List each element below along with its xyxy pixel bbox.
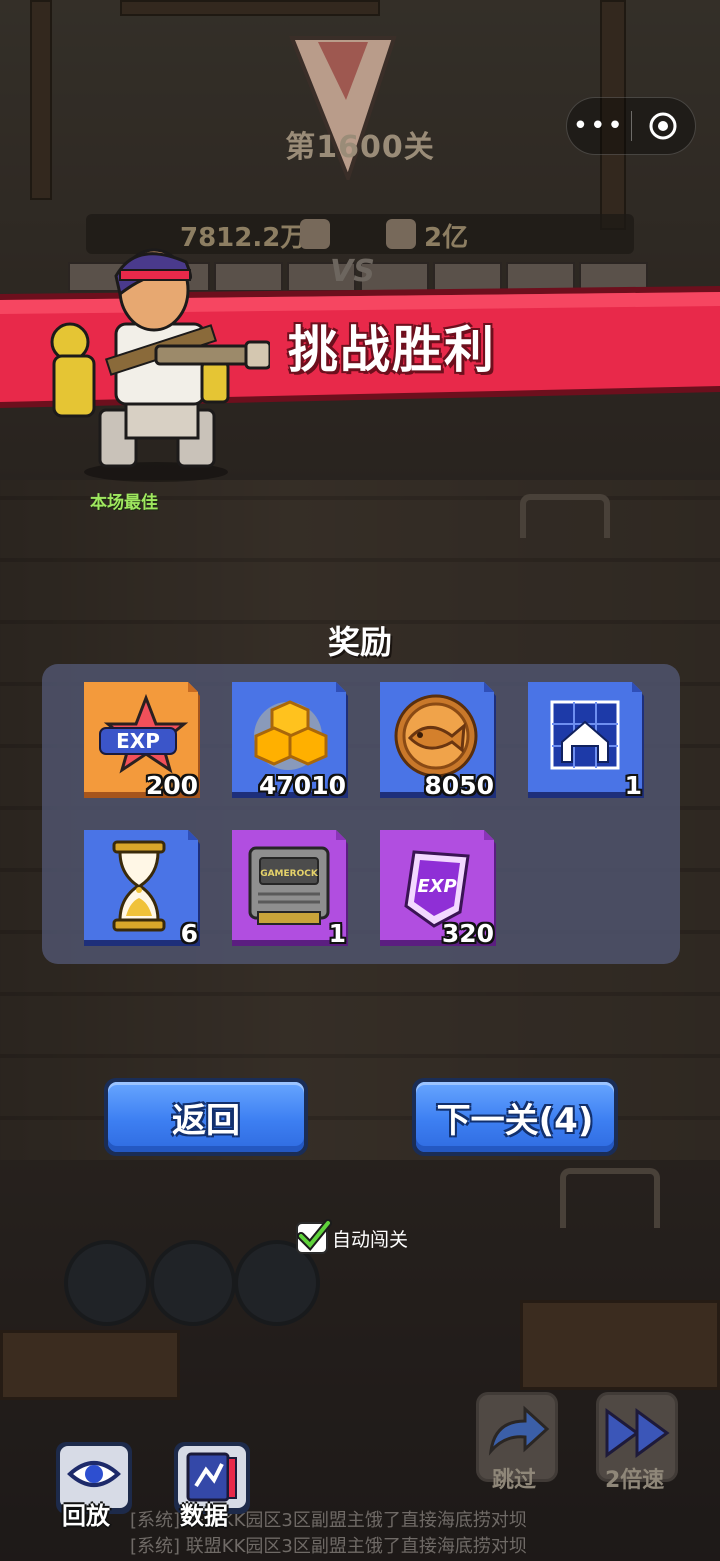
miniapp-capsule: ••• bbox=[566, 97, 696, 155]
back-button-label: 返回 bbox=[108, 1082, 304, 1152]
reward-item-exp-card[interactable]: EXP 320 bbox=[376, 828, 498, 950]
auto-challenge-toggle[interactable]: 自动闯关 bbox=[296, 1219, 409, 1254]
reward-item-gold[interactable]: 47010 bbox=[228, 680, 350, 802]
reward-count: 320 bbox=[441, 919, 494, 948]
system-chat-line: [系统] 联盟KK园区3区副盟主饿了直接海底捞对坝 bbox=[130, 1536, 527, 1557]
reward-item-hourglass[interactable]: 6 bbox=[80, 828, 202, 950]
replay-label: 回放 bbox=[62, 1502, 110, 1530]
data-label: 数据 bbox=[180, 1502, 228, 1530]
auto-challenge-label: 自动闯关 bbox=[332, 1228, 409, 1251]
reward-count: 6 bbox=[180, 919, 198, 948]
more-dots-icon[interactable]: ••• bbox=[567, 97, 631, 155]
auto-challenge-checkbox[interactable] bbox=[296, 1219, 332, 1254]
target-close-icon[interactable] bbox=[632, 111, 696, 141]
next-level-button-label: 下一关(4) bbox=[416, 1082, 614, 1152]
next-level-button[interactable]: 下一关(4) bbox=[412, 1078, 618, 1156]
mvp-hero-avatar bbox=[50, 248, 270, 482]
reward-count: 1 bbox=[624, 771, 642, 800]
reward-count: 1 bbox=[328, 919, 346, 948]
reward-count: 47010 bbox=[259, 771, 346, 800]
exp-art-text: EXP bbox=[116, 729, 160, 753]
reward-count: 8050 bbox=[424, 771, 494, 800]
cartridge-art-text: GAMEROCK bbox=[260, 869, 319, 879]
fist-power-icon bbox=[386, 219, 416, 249]
reward-count: 200 bbox=[145, 771, 198, 800]
reward-item-fish-coin[interactable]: 8050 bbox=[376, 680, 498, 802]
back-button[interactable]: 返回 bbox=[104, 1078, 308, 1156]
enemy-power-value: 2亿 bbox=[424, 223, 469, 253]
skip-arrow-icon bbox=[488, 1405, 550, 1456]
reward-title: 奖励 bbox=[327, 623, 392, 661]
exp-card-art-text: EXP bbox=[417, 876, 456, 897]
reward-item-cartridge[interactable]: GAMEROCK 1 bbox=[228, 828, 350, 950]
reward-item-exp[interactable]: EXP 200 bbox=[80, 680, 202, 802]
skip-label: 跳过 bbox=[492, 1468, 537, 1493]
victory-title: 挑战胜利 bbox=[288, 321, 496, 379]
fast-forward-icon bbox=[605, 1408, 670, 1458]
speed-label: 2倍速 bbox=[605, 1468, 665, 1493]
reward-item-blueprint[interactable]: 1 bbox=[524, 680, 646, 802]
vs-label: VS bbox=[330, 254, 375, 289]
fist-power-icon bbox=[300, 219, 330, 249]
checkmark-icon bbox=[297, 1219, 332, 1251]
mvp-label: 本场最佳 bbox=[90, 493, 158, 513]
